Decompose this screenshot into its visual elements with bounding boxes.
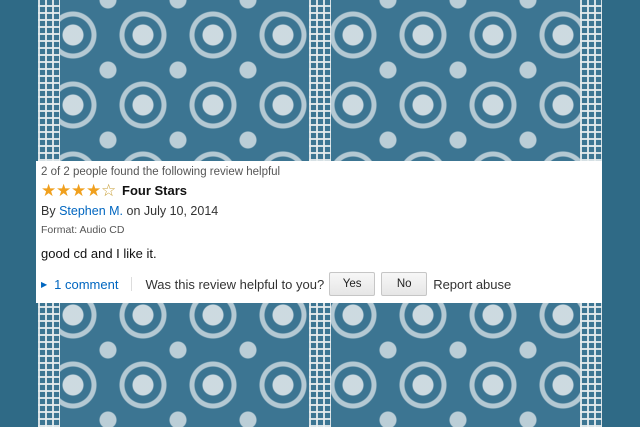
star-filled-icon: ★ xyxy=(86,180,102,200)
by-label: By xyxy=(41,204,56,218)
star-rating[interactable]: ★ ★ ★ ★ ☆ xyxy=(41,182,116,199)
report-abuse-link[interactable]: Report abuse xyxy=(433,277,511,292)
no-button[interactable]: No xyxy=(381,272,428,296)
helpful-question: Was this review helpful to you? xyxy=(145,276,325,292)
comments-link[interactable]: 1 comment xyxy=(54,277,118,292)
star-filled-icon: ★ xyxy=(41,180,57,200)
star-empty-icon: ☆ xyxy=(101,180,117,200)
review-body: good cd and I like it. xyxy=(41,246,157,261)
review-card: 2 of 2 people found the following review… xyxy=(36,161,602,303)
caret-right-icon[interactable]: ▶ xyxy=(41,280,47,289)
review-title-row: ★ ★ ★ ★ ☆ Four Stars xyxy=(41,181,602,199)
yes-button[interactable]: Yes xyxy=(329,272,376,296)
format-label: Format: Audio CD xyxy=(41,224,125,236)
star-filled-icon: ★ xyxy=(56,180,72,200)
review-byline: By Stephen M. on July 10, 2014 xyxy=(41,203,602,219)
divider xyxy=(131,277,133,291)
helpful-count-text: 2 of 2 people found the following review… xyxy=(41,166,281,178)
author-link[interactable]: Stephen M. xyxy=(59,204,123,218)
review-date: on July 10, 2014 xyxy=(126,204,219,218)
star-filled-icon: ★ xyxy=(71,180,87,200)
review-actions: ▶ 1 comment Was this review helpful to y… xyxy=(41,271,602,297)
review-title[interactable]: Four Stars xyxy=(122,183,187,198)
